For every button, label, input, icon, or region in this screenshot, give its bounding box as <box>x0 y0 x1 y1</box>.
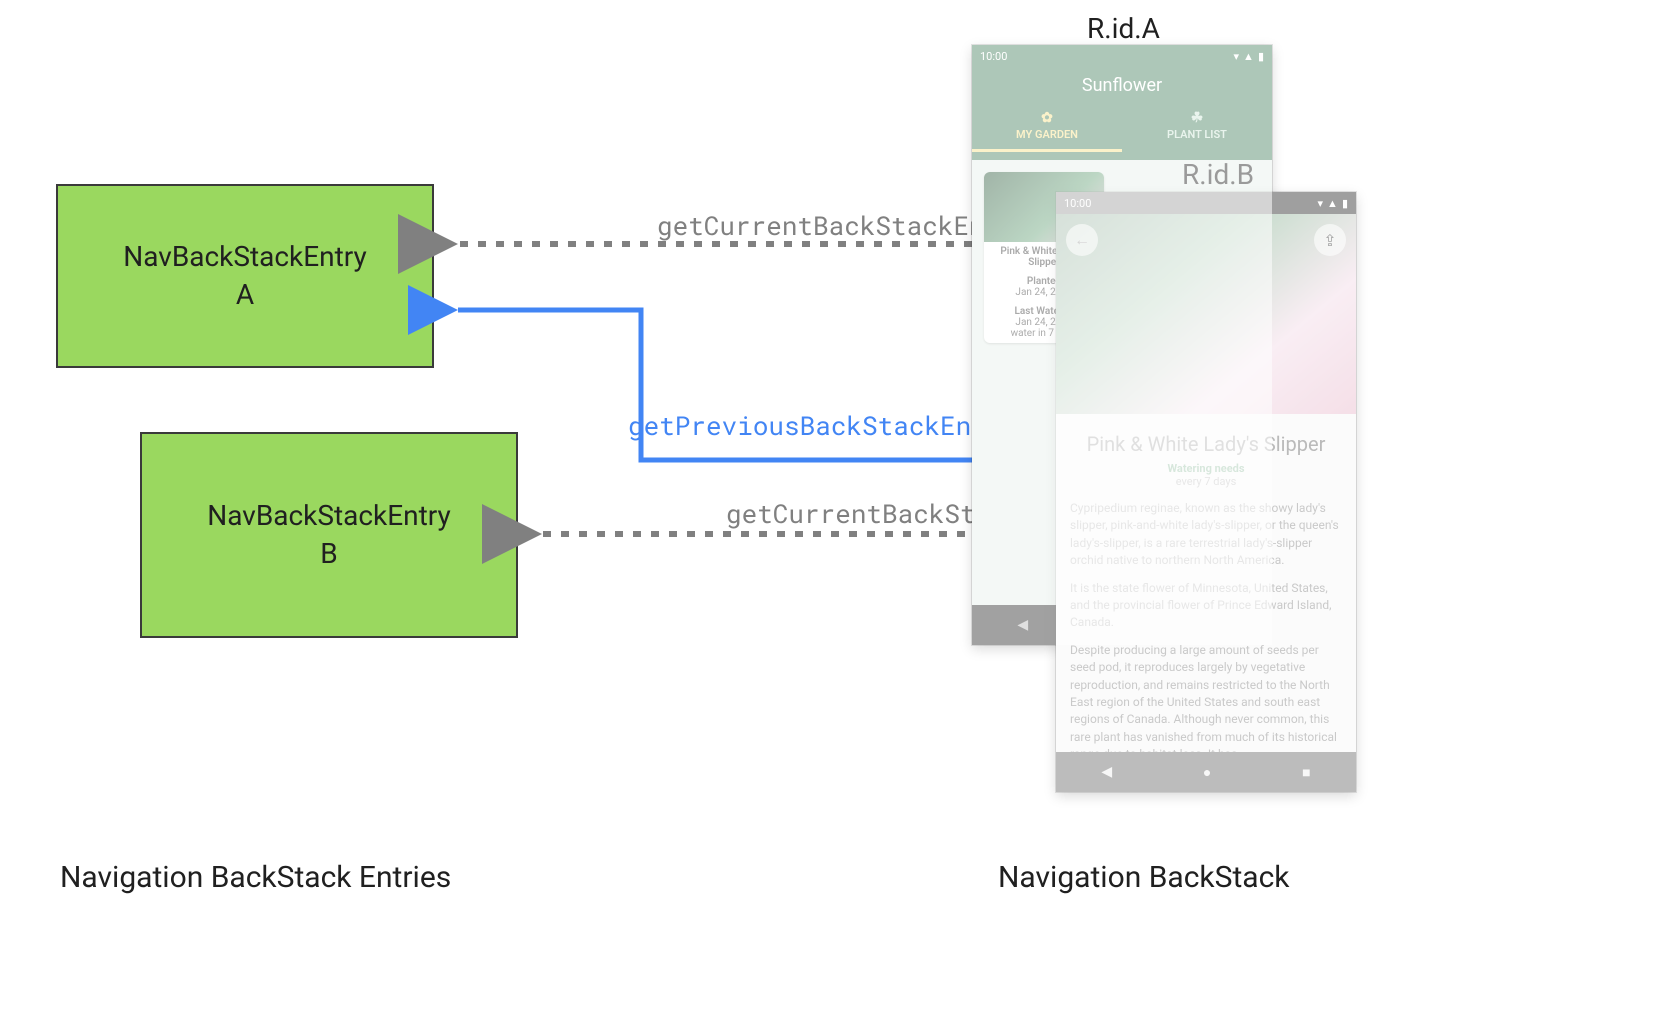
phone-label-a: R.id.A <box>1087 12 1160 45</box>
entry-a-letter: A <box>236 276 254 314</box>
phone-screen-b: 10:00 ▾ ▲ ▮ ← ⇪ Pink & White Lady's Slip… <box>1056 192 1356 792</box>
column-label-left: Navigation BackStack Entries <box>60 860 451 895</box>
entry-b-title: NavBackStackEntry <box>207 497 450 535</box>
column-label-right: Navigation BackStack <box>998 860 1290 895</box>
entry-a-title: NavBackStackEntry <box>123 238 366 276</box>
entry-b-letter: B <box>320 535 337 573</box>
dim-overlay-b <box>1056 192 1356 792</box>
nav-backstack-entry-b: NavBackStackEntry B <box>140 432 518 638</box>
nav-backstack-entry-a: NavBackStackEntry A <box>56 184 434 368</box>
